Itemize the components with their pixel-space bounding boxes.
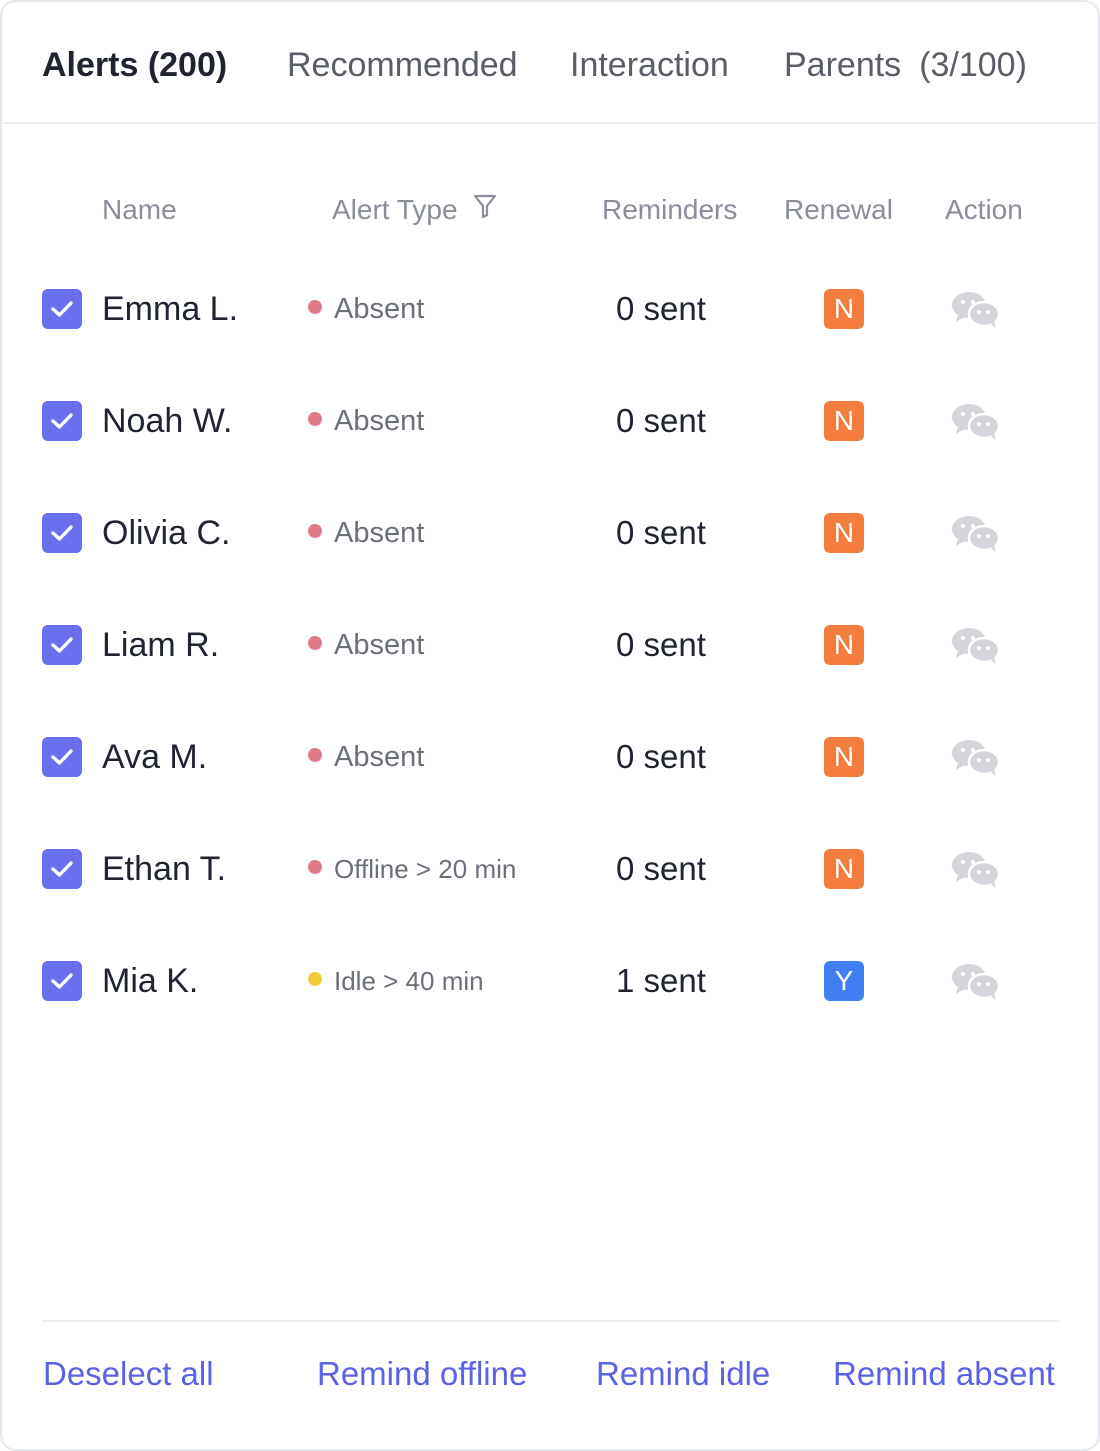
alert-status-dot <box>308 636 322 650</box>
table-row[interactable]: Olivia C. Absent 0 sent N <box>2 493 1098 573</box>
renewal-badge: N <box>824 401 864 441</box>
student-name: Ethan T. <box>102 850 227 888</box>
row-checkbox[interactable] <box>42 849 82 889</box>
reminders-count: 1 sent <box>616 962 706 999</box>
reminders-count: 0 sent <box>616 402 706 439</box>
check-icon <box>51 413 73 429</box>
check-icon <box>51 301 73 317</box>
check-icon <box>51 749 73 765</box>
tab-alerts[interactable]: Alerts (200) <box>42 44 227 86</box>
row-checkbox[interactable] <box>42 289 82 329</box>
alert-type: Absent <box>308 739 424 775</box>
tab-bar: Alerts (200) Recommended Interaction Par… <box>2 2 1098 124</box>
row-checkbox[interactable] <box>42 625 82 665</box>
student-name: Ava M. <box>102 738 208 776</box>
column-header-name: Name <box>102 194 177 225</box>
check-icon <box>51 525 73 541</box>
footer-divider <box>42 1320 1060 1322</box>
reminders-count: 0 sent <box>616 290 706 327</box>
remind-offline-button[interactable]: Remind offline <box>317 1352 527 1396</box>
wechat-icon[interactable] <box>950 849 1002 889</box>
deselect-all-button[interactable]: Deselect all <box>43 1352 214 1396</box>
alert-status-dot <box>308 524 322 538</box>
row-checkbox[interactable] <box>42 737 82 777</box>
reminders-count: 0 sent <box>616 626 706 663</box>
check-icon <box>51 861 73 877</box>
renewal-badge: N <box>824 737 864 777</box>
student-name: Liam R. <box>102 626 220 664</box>
student-name: Olivia C. <box>102 514 231 552</box>
remind-absent-button[interactable]: Remind absent <box>833 1352 1059 1396</box>
alert-type-label: Absent <box>334 293 425 325</box>
row-checkbox[interactable] <box>42 401 82 441</box>
table-row[interactable]: Noah W. Absent 0 sent N <box>2 381 1098 461</box>
alert-type: Absent <box>308 515 424 551</box>
wechat-icon[interactable] <box>950 737 1002 777</box>
alerts-panel: Alerts (200) Recommended Interaction Par… <box>0 0 1100 1451</box>
column-header-reminders: Reminders <box>602 194 738 225</box>
wechat-icon[interactable] <box>950 625 1002 665</box>
student-name: Mia K. <box>102 962 199 1000</box>
column-header-renewal: Renewal <box>784 194 893 225</box>
remind-idle-button[interactable]: Remind idle <box>596 1352 770 1396</box>
row-checkbox[interactable] <box>42 961 82 1001</box>
filter-icon[interactable] <box>473 190 497 230</box>
alert-type-label: Absent <box>334 741 425 773</box>
table-row[interactable]: Mia K. Idle > 40 min 1 sent Y <box>2 941 1098 1021</box>
column-header-alert-type-label: Alert Type <box>332 194 458 225</box>
table-row[interactable]: Liam R. Absent 0 sent N <box>2 605 1098 685</box>
renewal-badge: N <box>824 849 864 889</box>
alert-type-label: Idle > 40 min <box>334 966 484 996</box>
table-row[interactable]: Emma L. Absent 0 sent N <box>2 269 1098 349</box>
renewal-badge: N <box>824 625 864 665</box>
alert-status-dot <box>308 972 322 986</box>
tab-parents-label: Parents <box>784 46 902 84</box>
reminders-count: 0 sent <box>616 514 706 551</box>
alert-type: Idle > 40 min <box>308 963 484 999</box>
alert-status-dot <box>308 300 322 314</box>
column-header-alert-type: Alert Type <box>332 190 497 230</box>
row-checkbox[interactable] <box>42 513 82 553</box>
alert-type-label: Offline > 20 min <box>334 854 517 884</box>
tab-interaction[interactable]: Interaction <box>570 44 729 86</box>
check-icon <box>51 973 73 989</box>
table-row[interactable]: Ava M. Absent 0 sent N <box>2 717 1098 797</box>
alert-type-label: Absent <box>334 405 425 437</box>
tab-parents[interactable]: Parents (3/100) <box>784 44 1027 86</box>
alert-type: Offline > 20 min <box>308 851 516 887</box>
alert-status-dot <box>308 748 322 762</box>
tab-parents-count: (3/100) <box>919 46 1027 84</box>
alert-type: Absent <box>308 403 424 439</box>
alert-type-label: Absent <box>334 517 425 549</box>
check-icon <box>51 637 73 653</box>
alert-status-dot <box>308 860 322 874</box>
wechat-icon[interactable] <box>950 961 1002 1001</box>
alert-type: Absent <box>308 291 424 327</box>
column-header-action: Action <box>945 194 1023 225</box>
wechat-icon[interactable] <box>950 401 1002 441</box>
renewal-badge: N <box>824 513 864 553</box>
student-name: Emma L. <box>102 290 239 328</box>
reminders-count: 0 sent <box>616 850 706 887</box>
wechat-icon[interactable] <box>950 513 1002 553</box>
reminders-count: 0 sent <box>616 738 706 775</box>
renewal-badge: Y <box>824 961 864 1001</box>
wechat-icon[interactable] <box>950 289 1002 329</box>
table-header: Name Alert Type Reminders Renewal Action <box>2 190 1098 230</box>
student-name: Noah W. <box>102 402 233 440</box>
alert-type: Absent <box>308 627 424 663</box>
renewal-badge: N <box>824 289 864 329</box>
alert-type-label: Absent <box>334 629 425 661</box>
tab-recommended[interactable]: Recommended <box>287 44 518 86</box>
table-row[interactable]: Ethan T. Offline > 20 min 0 sent N <box>2 829 1098 909</box>
alert-status-dot <box>308 412 322 426</box>
